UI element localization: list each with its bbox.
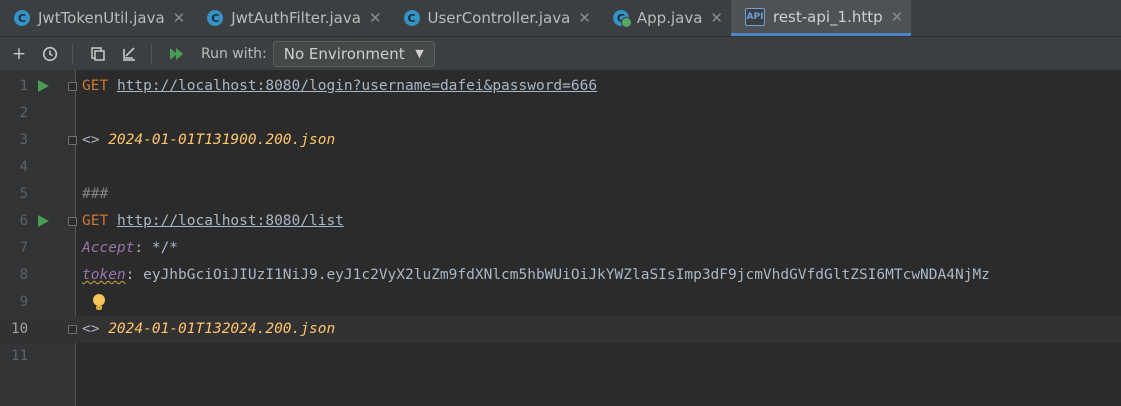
fold-marker-icon[interactable]	[68, 82, 77, 91]
code-line: 11	[0, 343, 1121, 370]
clock-icon	[42, 46, 58, 61]
tab-app[interactable]: C App.java ✕	[599, 0, 731, 36]
http-method: GET	[82, 213, 109, 229]
fold-marker-icon[interactable]	[68, 136, 77, 145]
line-number: 10	[11, 321, 28, 337]
line-number: 8	[19, 267, 28, 283]
tab-jwtauthfilter[interactable]: C JwtAuthFilter.java ✕	[193, 0, 389, 36]
code-line: 9	[0, 289, 1121, 316]
fold-marker-icon[interactable]	[68, 325, 77, 334]
tab-label: JwtTokenUtil.java	[38, 9, 165, 27]
close-icon[interactable]: ✕	[578, 9, 591, 27]
request-url[interactable]: http://localhost:8080/list	[117, 213, 344, 229]
code-line: 1 GET http://localhost:8080/login?userna…	[0, 73, 1121, 100]
java-class-icon: C	[207, 10, 224, 26]
code-line-current: 10 <> 2024-01-01T132024.200.json	[0, 316, 1121, 343]
line-number: 5	[19, 186, 28, 202]
chevron-down-icon: ▼	[415, 47, 424, 60]
java-class-icon: C	[14, 10, 30, 26]
api-http-file-icon: API	[744, 7, 765, 26]
run-with-label: Run with:	[201, 45, 267, 62]
run-request-icon[interactable]	[38, 215, 49, 227]
header-value: : */*	[134, 240, 179, 256]
environment-select[interactable]: No Environment ▼	[272, 40, 435, 67]
code-line: 6 GET http://localhost:8080/list	[0, 208, 1121, 235]
convert-button[interactable]	[86, 42, 110, 66]
line-number: 3	[19, 132, 28, 148]
code-line: 8 token: eyJhbGciOiJIUzI1NiJ9.eyJ1c2VyX2…	[0, 262, 1121, 289]
line-number: 4	[19, 159, 28, 175]
tab-label: App.java	[636, 9, 703, 27]
toolbar-separator	[72, 43, 73, 64]
run-request-icon[interactable]	[38, 80, 49, 92]
line-number: 2	[19, 105, 28, 121]
response-prefix: <>	[82, 321, 100, 337]
code-line: 2	[0, 100, 1121, 127]
line-number: 9	[19, 294, 28, 310]
line-number: 7	[19, 240, 28, 256]
close-icon[interactable]: ✕	[369, 9, 382, 27]
line-number: 11	[11, 348, 28, 364]
code-text: token: eyJhbGciOiJIUzI1NiJ9.eyJ1c2VyX2lu…	[82, 262, 990, 289]
response-file-link[interactable]: 2024-01-01T132024.200.json	[108, 321, 335, 337]
code-text: GET http://localhost:8080/list	[82, 208, 344, 235]
tab-usercontroller[interactable]: C UserController.java ✕	[390, 0, 599, 36]
add-request-button[interactable]: +	[7, 42, 31, 66]
code-text: GET http://localhost:8080/login?username…	[82, 73, 597, 100]
code-text: Accept: */*	[82, 235, 178, 262]
code-line: 3 <> 2024-01-01T131900.200.json	[0, 127, 1121, 154]
tab-jwttokenutil[interactable]: C JwtTokenUtil.java ✕	[0, 0, 193, 36]
line-number: 6	[19, 213, 28, 229]
request-separator: ###	[82, 186, 109, 202]
code-line: 4	[0, 154, 1121, 181]
line-number: 1	[19, 78, 28, 94]
header-name: token	[82, 267, 126, 283]
java-app-class-icon: C	[612, 10, 632, 28]
run-all-button[interactable]	[165, 42, 189, 66]
environment-value: No Environment	[283, 44, 405, 63]
plus-icon: +	[11, 43, 27, 64]
run-all-icon	[170, 47, 183, 60]
fold-marker-icon[interactable]	[68, 217, 77, 226]
toolbar-separator	[151, 43, 152, 64]
history-button[interactable]	[38, 42, 62, 66]
editor-tab-bar: C JwtTokenUtil.java ✕ C JwtAuthFilter.ja…	[0, 0, 1121, 37]
copy-icon	[91, 46, 105, 61]
request-url[interactable]: http://localhost:8080/login?username=daf…	[117, 78, 597, 94]
code-text: <> 2024-01-01T131900.200.json	[82, 127, 335, 154]
tab-rest-api-http[interactable]: API rest-api_1.http ✕	[730, 0, 912, 36]
import-arrow-icon	[123, 46, 135, 61]
http-client-toolbar: + Run with: No Environment ▼	[0, 37, 1121, 70]
close-icon[interactable]: ✕	[710, 9, 723, 27]
tab-label: JwtAuthFilter.java	[231, 9, 361, 27]
header-name: Accept	[82, 240, 135, 256]
code-text: <> 2024-01-01T132024.200.json	[82, 316, 335, 343]
code-line: 7 Accept: */*	[0, 235, 1121, 262]
import-button[interactable]	[117, 42, 141, 66]
lightbulb-icon[interactable]	[93, 294, 105, 310]
response-prefix: <>	[82, 132, 100, 148]
http-method: GET	[82, 78, 109, 94]
tab-label: UserController.java	[427, 9, 571, 27]
code-editor[interactable]: 1 GET http://localhost:8080/login?userna…	[0, 70, 1121, 406]
code-line: 5 ###	[0, 181, 1121, 208]
close-icon[interactable]: ✕	[891, 8, 904, 26]
header-value: : eyJhbGciOiJIUzI1NiJ9.eyJ1c2VyX2luZm9fd…	[125, 267, 990, 283]
close-icon[interactable]: ✕	[173, 9, 186, 27]
response-file-link[interactable]: 2024-01-01T131900.200.json	[108, 132, 335, 148]
tab-label: rest-api_1.http	[772, 7, 883, 26]
java-class-icon: C	[403, 10, 420, 26]
